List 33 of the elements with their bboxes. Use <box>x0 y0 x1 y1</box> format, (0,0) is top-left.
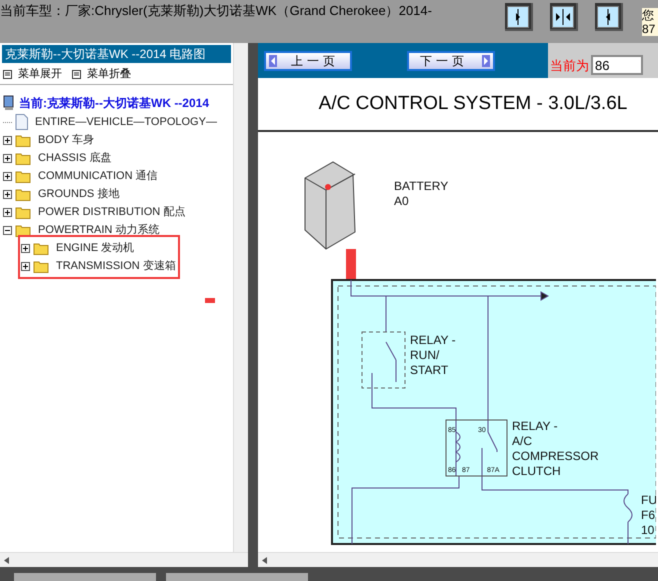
page-number-field[interactable]: 86 <box>591 55 643 75</box>
tree-item[interactable]: CHASSIS 底盘 <box>38 150 112 166</box>
relay-label: START <box>410 363 448 377</box>
next-page-button[interactable]: 下一页 <box>407 50 495 70</box>
tree-item[interactable]: ENTIRE—VEHICLE—TOPOLOGY— <box>35 114 217 130</box>
sidebar-title: 克莱斯勒--大切诺基WK --2014 电路图 <box>2 45 231 63</box>
relay-label: CLUTCH <box>512 464 561 478</box>
battery-label: A0 <box>394 194 409 208</box>
relay-label: COMPRESSOR <box>512 449 599 463</box>
relay-label: A/C <box>512 434 532 448</box>
previous-page-button[interactable]: 上一页 <box>264 50 352 70</box>
fuse-label: 10 <box>641 523 654 537</box>
collapse-menu-button[interactable]: 菜单折叠 <box>72 66 131 83</box>
relay-label: RELAY - <box>410 333 456 347</box>
side-text: 87 <box>642 22 656 36</box>
tree-item[interactable]: BODY 车身 <box>38 132 94 148</box>
fuse-label: FU <box>641 493 656 507</box>
current-vehicle-label: 当前:克莱斯勒--大切诺基WK --2014 <box>19 95 210 112</box>
page-label: 当前为 <box>550 56 589 74</box>
fuse-label: F6 <box>641 508 656 522</box>
side-text: 您 <box>642 8 655 22</box>
tree-item[interactable]: COMMUNICATION 通信 <box>38 168 158 184</box>
tree-item[interactable]: POWERTRAIN 动力系统 <box>38 222 160 238</box>
tree-item[interactable]: TRANSMISSION 变速箱 <box>56 258 176 274</box>
relay-label: RELAY - <box>512 419 558 433</box>
battery-label: BATTERY <box>394 179 448 193</box>
relay-label: RUN/ <box>410 348 440 362</box>
vehicle-model-title: 当前车型：厂家:Chrysler(克莱斯勒)大切诺基WK（Grand Cherokee）2014- <box>0 2 432 20</box>
tree-item[interactable]: GROUNDS 接地 <box>38 186 120 202</box>
tree-item[interactable]: ENGINE 发动机 <box>56 240 134 256</box>
diagram-title: A/C CONTROL SYSTEM - 3.0L/3.6L <box>318 92 628 116</box>
tree-item[interactable]: POWER DISTRIBUTION 配点 <box>38 204 186 220</box>
expand-menu-button[interactable]: 菜单展开 <box>3 66 62 83</box>
